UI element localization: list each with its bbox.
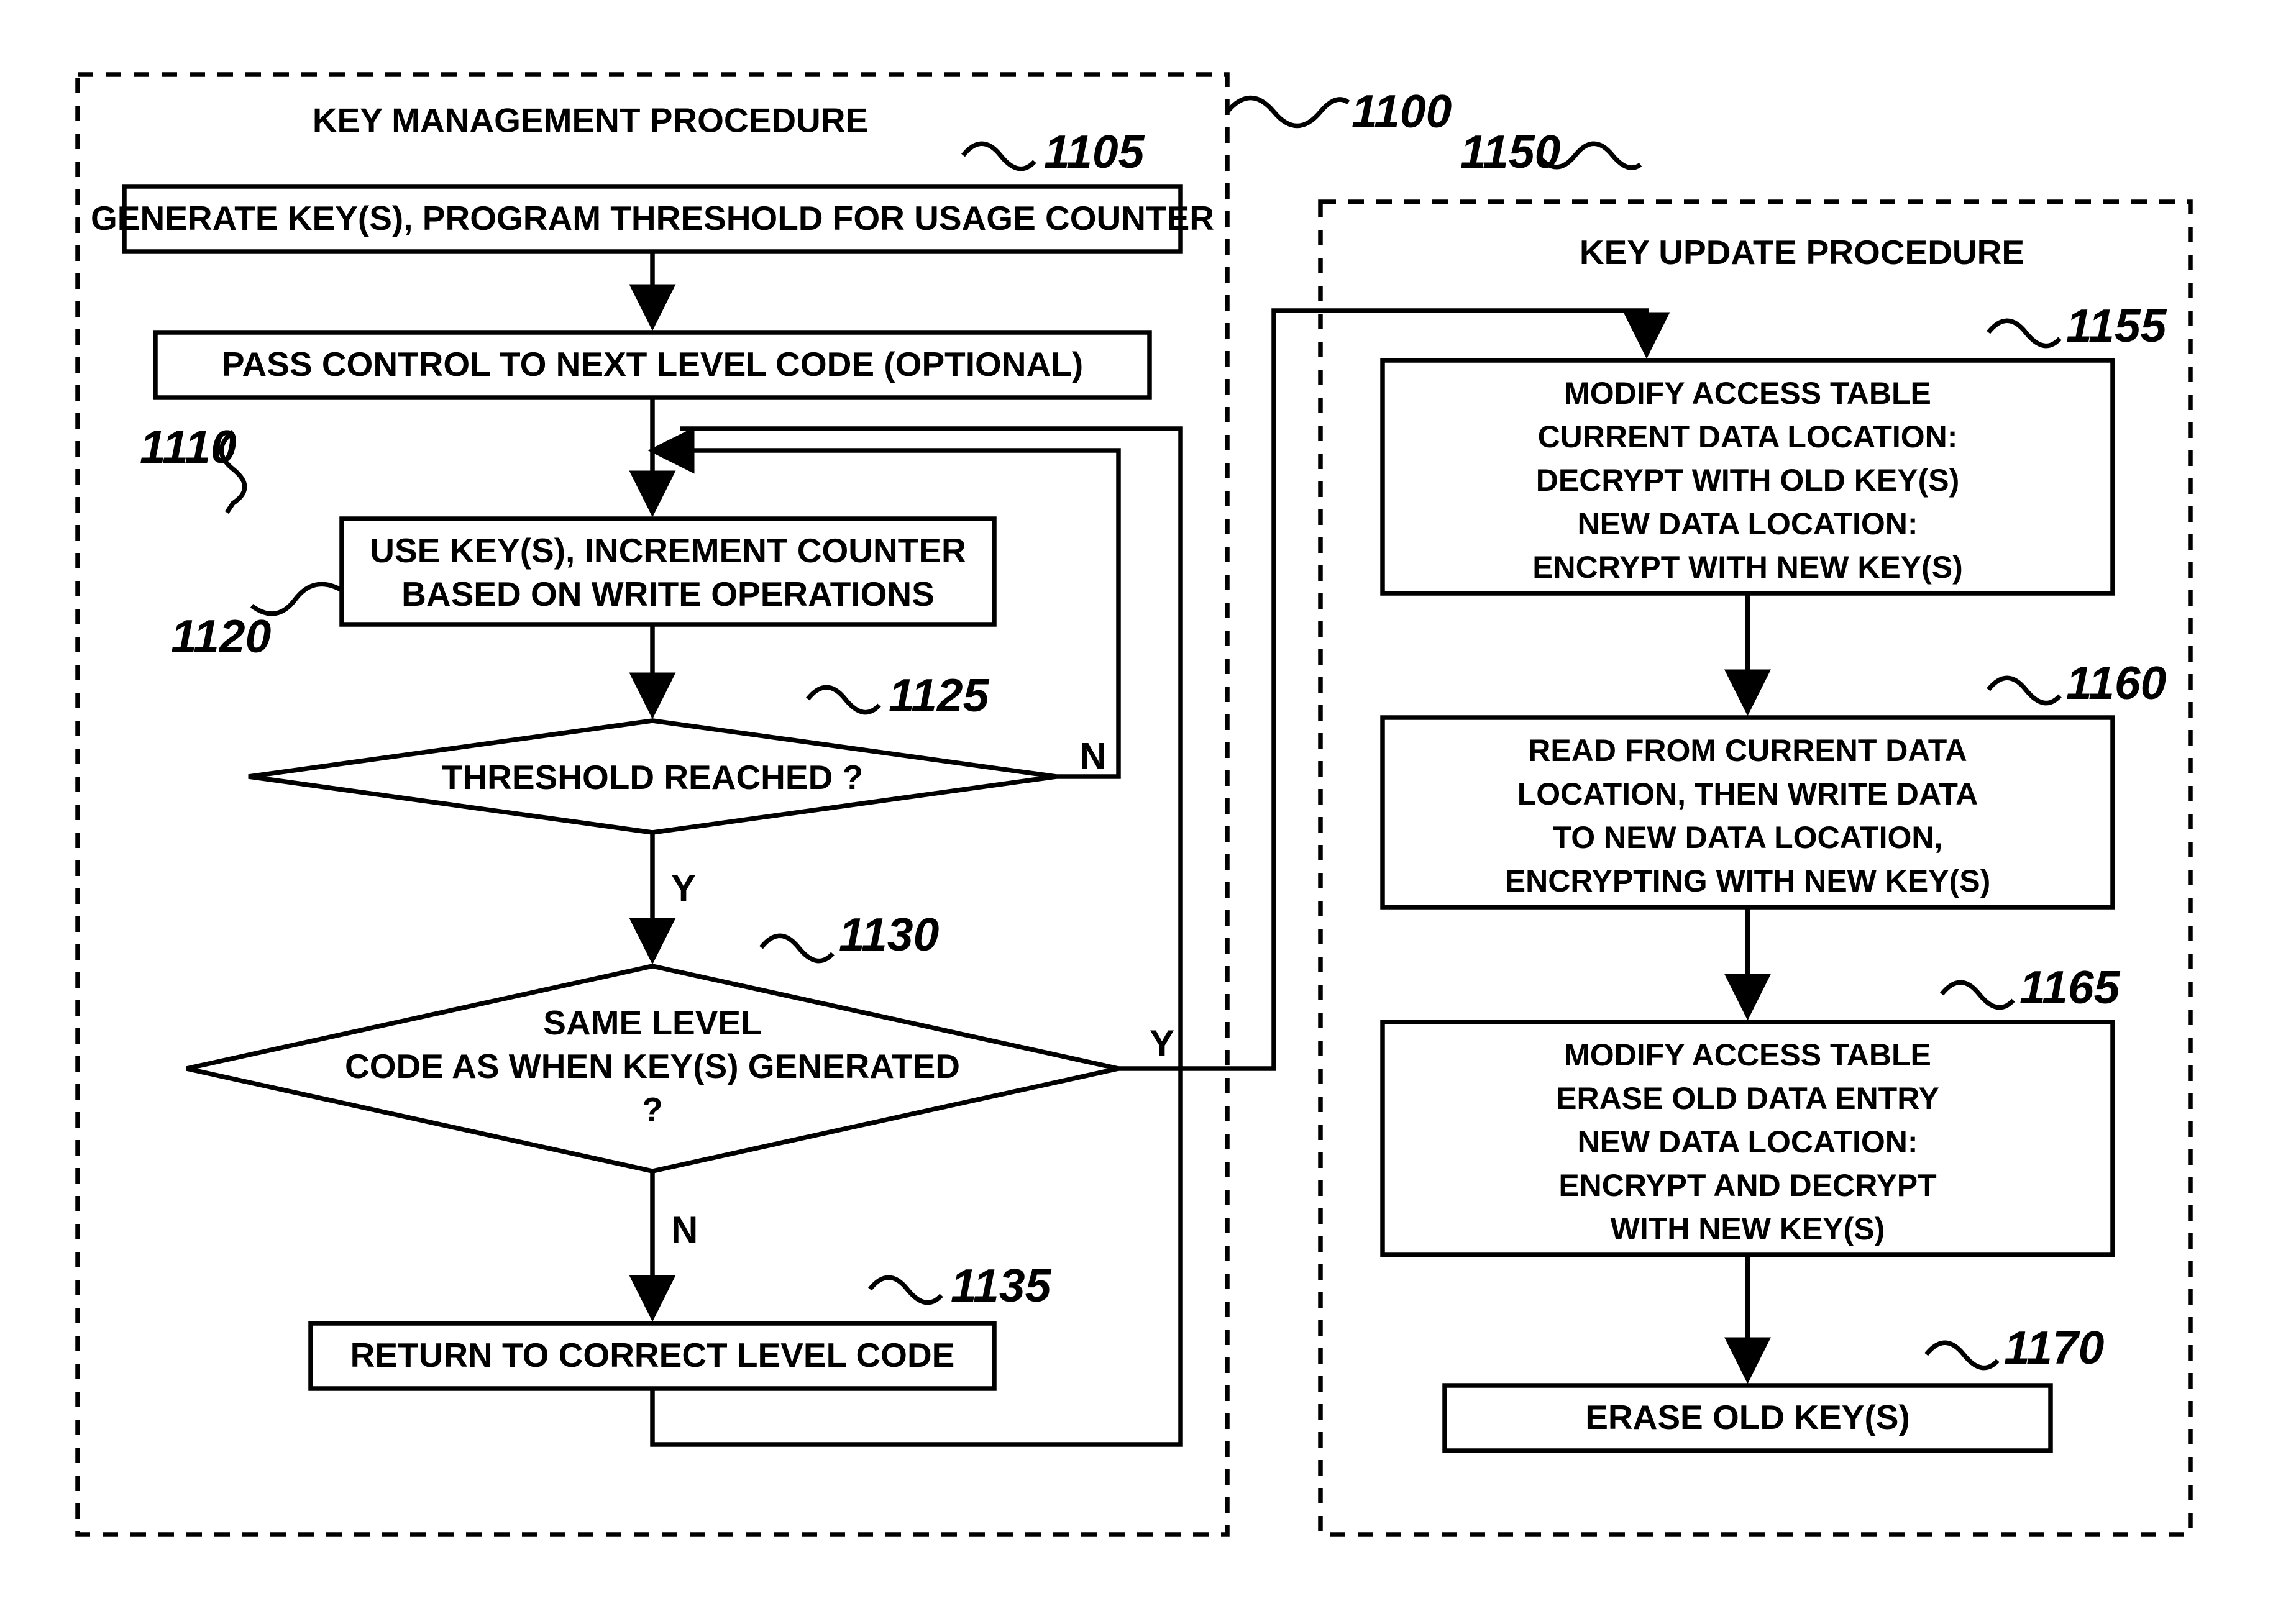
box-1120-text-b: BASED ON WRITE OPERATIONS bbox=[401, 575, 935, 613]
ref-squiggle-1105 bbox=[963, 144, 1035, 168]
ref-1150: 1150 bbox=[1460, 125, 1560, 178]
y-1125: Y bbox=[671, 867, 696, 909]
ref-squiggle-1125 bbox=[808, 687, 879, 712]
box-1135-text: RETURN TO CORRECT LEVEL CODE bbox=[350, 1336, 955, 1374]
flowchart: KEY MANAGEMENT PROCEDURE 1100 KEY UPDATE… bbox=[0, 0, 2296, 1603]
ref-1130: 1130 bbox=[839, 908, 939, 960]
ref-squiggle-1100 bbox=[1227, 98, 1348, 126]
ref-squiggle-1155 bbox=[1988, 321, 2060, 345]
ref-squiggle-1160 bbox=[1988, 678, 2060, 703]
ref-1160: 1160 bbox=[2066, 657, 2166, 709]
decision-1130-a: SAME LEVEL bbox=[543, 1003, 761, 1042]
ref-squiggle-1130 bbox=[761, 936, 833, 960]
box-1160-c: TO NEW DATA LOCATION, bbox=[1553, 820, 1943, 855]
y-1130: Y bbox=[1150, 1023, 1174, 1064]
ref-squiggle-1165 bbox=[1942, 982, 2013, 1007]
box-1165-e: WITH NEW KEY(S) bbox=[1611, 1211, 1885, 1246]
box-1155-c: DECRYPT WITH OLD KEY(S) bbox=[1536, 463, 1959, 498]
ref-1125: 1125 bbox=[889, 669, 990, 721]
ref-1105: 1105 bbox=[1044, 125, 1145, 178]
ref-squiggle-1170 bbox=[1926, 1343, 1998, 1367]
box-1170-text: ERASE OLD KEY(S) bbox=[1585, 1398, 1910, 1436]
ref-1110: 1110 bbox=[140, 421, 237, 473]
ref-squiggle-1135 bbox=[870, 1277, 941, 1302]
key-update-title: KEY UPDATE PROCEDURE bbox=[1580, 233, 2024, 271]
box-1160-a: READ FROM CURRENT DATA bbox=[1528, 733, 1967, 768]
decision-1130-c: ? bbox=[642, 1090, 663, 1129]
box-1165-d: ENCRYPT AND DECRYPT bbox=[1558, 1168, 1936, 1203]
box-1165-a: MODIFY ACCESS TABLE bbox=[1564, 1038, 1931, 1072]
box-1120-text-a: USE KEY(S), INCREMENT COUNTER bbox=[370, 531, 966, 570]
box-1160-d: ENCRYPTING WITH NEW KEY(S) bbox=[1505, 864, 1990, 898]
ref-1170: 1170 bbox=[2004, 1321, 2104, 1374]
ref-1135: 1135 bbox=[951, 1259, 1052, 1312]
box-1105-text: GENERATE KEY(S), PROGRAM THRESHOLD FOR U… bbox=[91, 199, 1214, 237]
ref-1120: 1120 bbox=[171, 610, 271, 662]
n-1130: N bbox=[671, 1209, 698, 1251]
box-1155-e: ENCRYPT WITH NEW KEY(S) bbox=[1532, 550, 1963, 585]
n-1125: N bbox=[1080, 736, 1107, 777]
box-1165-c: NEW DATA LOCATION: bbox=[1577, 1125, 1918, 1159]
box-1110-text: PASS CONTROL TO NEXT LEVEL CODE (OPTIONA… bbox=[222, 345, 1083, 383]
box-1165-b: ERASE OLD DATA ENTRY bbox=[1556, 1081, 1939, 1116]
ref-1155: 1155 bbox=[2066, 299, 2167, 352]
key-management-title: KEY MANAGEMENT PROCEDURE bbox=[313, 101, 868, 140]
box-1160-b: LOCATION, THEN WRITE DATA bbox=[1517, 777, 1978, 811]
ref-1165: 1165 bbox=[2019, 961, 2121, 1013]
ref-1100: 1100 bbox=[1352, 85, 1452, 137]
box-1155-b: CURRENT DATA LOCATION: bbox=[1538, 419, 1958, 454]
box-1155-a: MODIFY ACCESS TABLE bbox=[1564, 376, 1931, 411]
box-1155-d: NEW DATA LOCATION: bbox=[1577, 506, 1918, 541]
ref-squiggle-1120 bbox=[252, 584, 342, 613]
decision-1125-text: THRESHOLD REACHED ? bbox=[442, 758, 863, 796]
decision-1130-b: CODE AS WHEN KEY(S) GENERATED bbox=[345, 1047, 960, 1085]
